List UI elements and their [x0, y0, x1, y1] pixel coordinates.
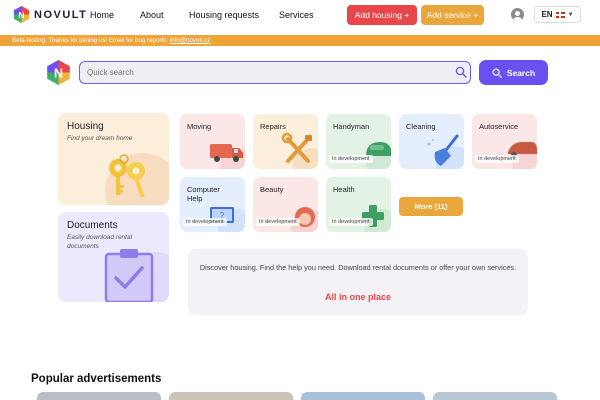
- search-button[interactable]: Search: [479, 60, 548, 85]
- documents-card[interactable]: Documents Easily download rental documen…: [58, 212, 169, 302]
- add-service-button[interactable]: Add service +: [421, 5, 484, 25]
- service-label-cleaning: Cleaning: [406, 122, 436, 131]
- info-box: Discover housing. Find the help you need…: [188, 249, 528, 315]
- service-card-beauty[interactable]: Beauty In development: [253, 177, 318, 232]
- user-avatar-icon[interactable]: [511, 8, 524, 21]
- service-label-computer-help: Computer Help: [187, 185, 220, 203]
- service-card-moving[interactable]: Moving: [180, 114, 245, 169]
- service-label-handyman: Handyman: [333, 122, 370, 131]
- uk-flag-icon: [555, 11, 565, 18]
- service-card-handyman[interactable]: Handyman In development: [326, 114, 391, 169]
- housing-subtitle: Find your dream home: [67, 135, 133, 142]
- service-card-health[interactable]: Health In development: [326, 177, 391, 232]
- logo[interactable]: N NOVULT: [13, 6, 87, 23]
- search-button-label: Search: [506, 67, 536, 78]
- advertisement-thumbnail[interactable]: [433, 392, 557, 400]
- chevron-down-icon: ▼: [567, 11, 574, 18]
- housing-card[interactable]: Housing Find your dream home: [58, 113, 169, 205]
- nav-housing-requests[interactable]: Housing requests: [189, 10, 259, 20]
- svg-text:N: N: [18, 10, 24, 20]
- novult-search-logo-icon: N: [47, 60, 70, 85]
- advertisement-thumbnail[interactable]: [301, 392, 425, 400]
- documents-title: Documents: [67, 220, 118, 231]
- advertisement-thumbnail[interactable]: [169, 392, 293, 400]
- search-icon[interactable]: [455, 66, 467, 78]
- in-development-badge: In development: [183, 218, 227, 226]
- service-card-repairs[interactable]: Repairs: [253, 114, 318, 169]
- service-label-health: Health: [333, 185, 355, 194]
- in-development-badge: In development: [475, 155, 519, 163]
- nav-home[interactable]: Home: [90, 10, 114, 20]
- documents-subtitle: Easily download rental documents: [67, 234, 133, 250]
- novult-logo-icon: N: [13, 6, 30, 23]
- beta-banner: Beta-testing. Thanks for joining us! Ema…: [0, 35, 600, 46]
- service-label-moving: Moving: [187, 122, 212, 131]
- language-code: EN: [541, 10, 553, 19]
- add-housing-button[interactable]: Add housing +: [347, 5, 417, 25]
- popular-advertisements-title: Popular advertisements: [31, 373, 162, 385]
- search-icon: [492, 68, 502, 78]
- service-label-beauty: Beauty: [260, 185, 284, 194]
- info-text: Discover housing. Find the help you need…: [199, 263, 517, 272]
- service-card-autoservice[interactable]: Autoservice In development: [472, 114, 537, 169]
- svg-text:N: N: [54, 67, 63, 81]
- in-development-badge: In development: [329, 218, 373, 226]
- logo-text: NOVULT: [34, 8, 88, 21]
- bug-report-email-link[interactable]: info@novult.cz: [170, 37, 211, 44]
- search-field: [79, 61, 471, 84]
- service-label-autoservice: Autoservice: [479, 122, 519, 131]
- search-input[interactable]: [87, 65, 447, 80]
- advertisement-thumbnail[interactable]: [37, 392, 161, 400]
- beta-banner-text: Beta-testing. Thanks for joining us! Ema…: [12, 37, 169, 44]
- in-development-badge: In development: [329, 155, 373, 163]
- language-selector[interactable]: EN ▼: [534, 6, 581, 23]
- housing-title: Housing: [67, 121, 104, 132]
- info-accent-text: All in one place: [324, 292, 391, 302]
- more-services-button[interactable]: More (11): [399, 197, 463, 216]
- nav-services[interactable]: Services: [279, 10, 314, 20]
- top-navbar: N NOVULT Home About Housing requests Ser…: [0, 0, 600, 32]
- service-label-repairs: Repairs: [260, 122, 286, 131]
- service-card-cleaning[interactable]: Cleaning: [399, 114, 464, 169]
- in-development-badge: In development: [256, 218, 300, 226]
- nav-about[interactable]: About: [140, 10, 164, 20]
- service-card-computer-help[interactable]: ? Computer Help In development: [180, 177, 245, 232]
